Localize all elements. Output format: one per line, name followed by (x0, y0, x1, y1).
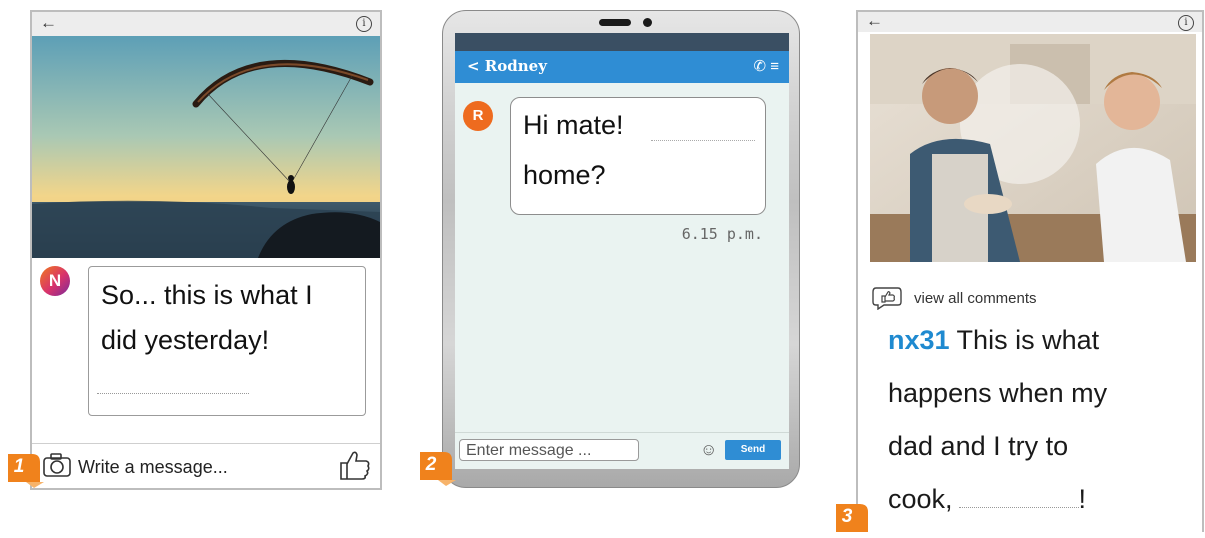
comment-line-2: happens when my (888, 378, 1108, 408)
bubble-line-1: Hi mate! (523, 110, 624, 140)
number-badge-1: 1 (6, 452, 44, 488)
camera-dot (643, 18, 652, 27)
top-bar: ← i (858, 11, 1202, 32)
number-badge-2: 2 (418, 450, 456, 486)
bubble-line-2: home? (523, 160, 606, 190)
comment-line-1: nx31 This is what (888, 314, 1198, 367)
chat-header: < Rodney ✆ ≡ (455, 51, 789, 83)
chat-screen: < Rodney ✆ ≡ R Hi mate! home? 6.15 p.m. … (455, 33, 789, 469)
badge-number: 3 (841, 506, 853, 527)
avatar[interactable]: R (463, 101, 493, 131)
paragliding-photo (32, 36, 380, 258)
top-bar: ← i (32, 12, 380, 37)
phone-icon[interactable]: ✆ (753, 58, 766, 75)
username[interactable]: nx31 (888, 325, 950, 355)
post-caption-box: So... this is what I did yesterday! (88, 266, 366, 416)
back-arrow-icon[interactable]: ← (40, 13, 57, 33)
comment-line-4: cook,! (888, 473, 1198, 526)
back-arrow-icon[interactable]: ← (866, 11, 883, 31)
answer-blank (958, 506, 1079, 508)
comment-text: nx31 This is what happens when my dad an… (888, 314, 1198, 526)
badge-number: 2 (425, 454, 437, 475)
message-input[interactable]: Enter message ... (459, 439, 639, 461)
smiley-icon[interactable]: ☺ (700, 440, 717, 460)
thumbs-up-icon[interactable] (338, 449, 372, 486)
avatar[interactable]: N (40, 266, 70, 296)
header-icons: ✆ ≡ (753, 57, 779, 75)
chat-input-bar: Enter message ... ☺ Send (455, 432, 789, 469)
number-badge-3: 3 (834, 502, 868, 532)
answer-blank (651, 140, 755, 141)
tablet-chat-panel: < Rodney ✆ ≡ R Hi mate! home? 6.15 p.m. … (442, 10, 800, 488)
info-icon[interactable]: i (1178, 15, 1194, 31)
view-all-comments-link[interactable]: view all comments (914, 290, 1037, 307)
like-comment-icon[interactable] (872, 286, 902, 315)
camera-icon[interactable] (42, 452, 72, 483)
speaker-grille (599, 19, 631, 26)
caption-line-1: So... this is what I (101, 280, 313, 310)
timestamp: 6.15 p.m. (681, 225, 763, 243)
caption-line-2: did yesterday! (101, 325, 270, 355)
chat-bubble: Hi mate! home? (510, 97, 766, 215)
status-strip (455, 33, 789, 51)
back-to-contact[interactable]: < Rodney (467, 57, 547, 75)
comment-end: ! (1078, 484, 1087, 514)
message-bar: Write a message... (32, 443, 380, 488)
send-button[interactable]: Send (725, 440, 781, 460)
comment-line-1-text: This is what (949, 325, 1100, 355)
kitchen-photo (870, 34, 1196, 262)
message-input[interactable]: Write a message... (78, 457, 228, 478)
post-caption: So... this is what I did yesterday! (101, 273, 361, 363)
badge-number: 1 (13, 456, 25, 477)
menu-icon[interactable]: ≡ (770, 58, 779, 75)
comment-post-panel: ← i view all comments nx31 This is what … (856, 10, 1204, 532)
social-post-panel: ← i N So... this is what I did yesterday… (30, 10, 382, 490)
answer-blank (97, 393, 249, 394)
comment-line-3: dad and I try to (888, 431, 1069, 461)
info-icon[interactable]: i (356, 16, 372, 32)
comment-line-4-text: cook, (888, 484, 953, 514)
